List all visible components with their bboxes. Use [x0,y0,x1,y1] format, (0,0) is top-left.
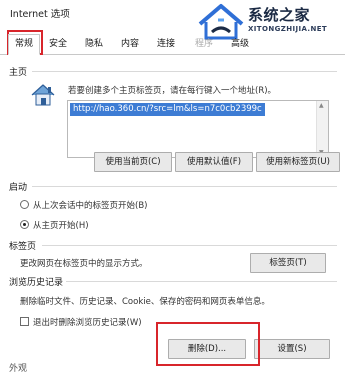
startup-last-session-radio[interactable] [20,200,29,209]
highlight-box-delete-button [156,322,260,366]
use-new-tab-button[interactable]: 使用新标签页(U) [256,152,340,172]
history-section-title: 浏览历史记录 [9,278,64,288]
tabs-settings-button[interactable]: 标签页(T) [250,253,326,273]
tabs-description: 更改网页在标签页中的显示方式。 [20,259,148,269]
startup-home-radio[interactable] [20,220,29,229]
tab-programs[interactable]: 程序 [190,35,218,53]
tab-content[interactable]: 内容 [116,35,144,53]
home-section-title: 主页 [9,68,28,78]
watermark-brand: 系统之家 [248,6,311,24]
tab-security[interactable]: 安全 [44,35,72,53]
window-title: Internet 选项 [10,9,70,20]
delete-on-exit-checkbox[interactable] [20,317,29,326]
url-scrollbar[interactable]: ▲ ▼ [316,101,328,157]
history-description: 删除临时文件、历史记录、Cookie、保存的密码和网页表单信息。 [20,297,270,307]
startup-home-label[interactable]: 从主页开始(H) [33,219,89,231]
divider [32,186,337,187]
appearance-section-title: 外观 [9,364,28,374]
use-default-button[interactable]: 使用默认值(F) [175,152,253,172]
delete-on-exit-label[interactable]: 退出时删除浏览历史记录(W) [33,316,142,328]
scroll-up-icon[interactable]: ▲ [319,102,324,109]
general-panel: 主页 若要创建多个主页标签页，请在每行键入一个地址(R)。 http://hao… [0,55,345,374]
home-url-textarea[interactable]: http://hao.360.cn/?src=lm&ls=n7c0cb2399c… [67,100,329,158]
divider [32,71,337,72]
tab-general[interactable]: 常规 [8,34,40,55]
home-icon [31,84,55,106]
tab-connections[interactable]: 连接 [152,35,180,53]
tab-advanced[interactable]: 高级 [226,35,254,53]
home-description: 若要创建多个主页标签页，请在每行键入一个地址(R)。 [68,86,277,96]
divider [66,281,337,282]
watermark-domain: XITONGZHIJIA.NET [248,25,328,33]
tab-privacy[interactable]: 隐私 [80,35,108,53]
home-url-value: http://hao.360.cn/?src=lm&ls=n7c0cb2399c [70,103,265,116]
history-settings-button[interactable]: 设置(S) [254,339,330,359]
startup-section-title: 启动 [9,183,28,193]
divider [42,245,337,246]
tabs-section-title: 标签页 [9,242,37,252]
use-current-button[interactable]: 使用当前页(C) [94,152,172,172]
startup-last-session-label[interactable]: 从上次会话中的标签页开始(B) [33,199,147,211]
tab-strip: 常规 安全 隐私 内容 连接 程序 高级 [0,34,345,55]
